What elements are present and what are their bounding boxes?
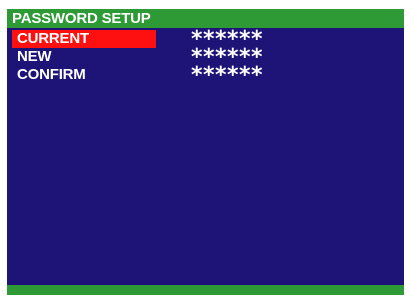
confirm-password-label: CONFIRM bbox=[17, 66, 86, 83]
confirm-password-field[interactable]: ****** bbox=[191, 65, 263, 87]
current-password-label: CURRENT bbox=[12, 30, 156, 48]
title-bar: PASSWORD SETUP bbox=[7, 9, 404, 28]
password-setup-screen: PASSWORD SETUP CURRENT ****** NEW ******… bbox=[7, 9, 404, 295]
bottom-status-bar bbox=[7, 285, 404, 295]
menu-row-confirm-password[interactable]: CONFIRM ****** bbox=[12, 65, 397, 87]
new-password-label: NEW bbox=[17, 48, 52, 65]
page-title: PASSWORD SETUP bbox=[12, 10, 151, 27]
